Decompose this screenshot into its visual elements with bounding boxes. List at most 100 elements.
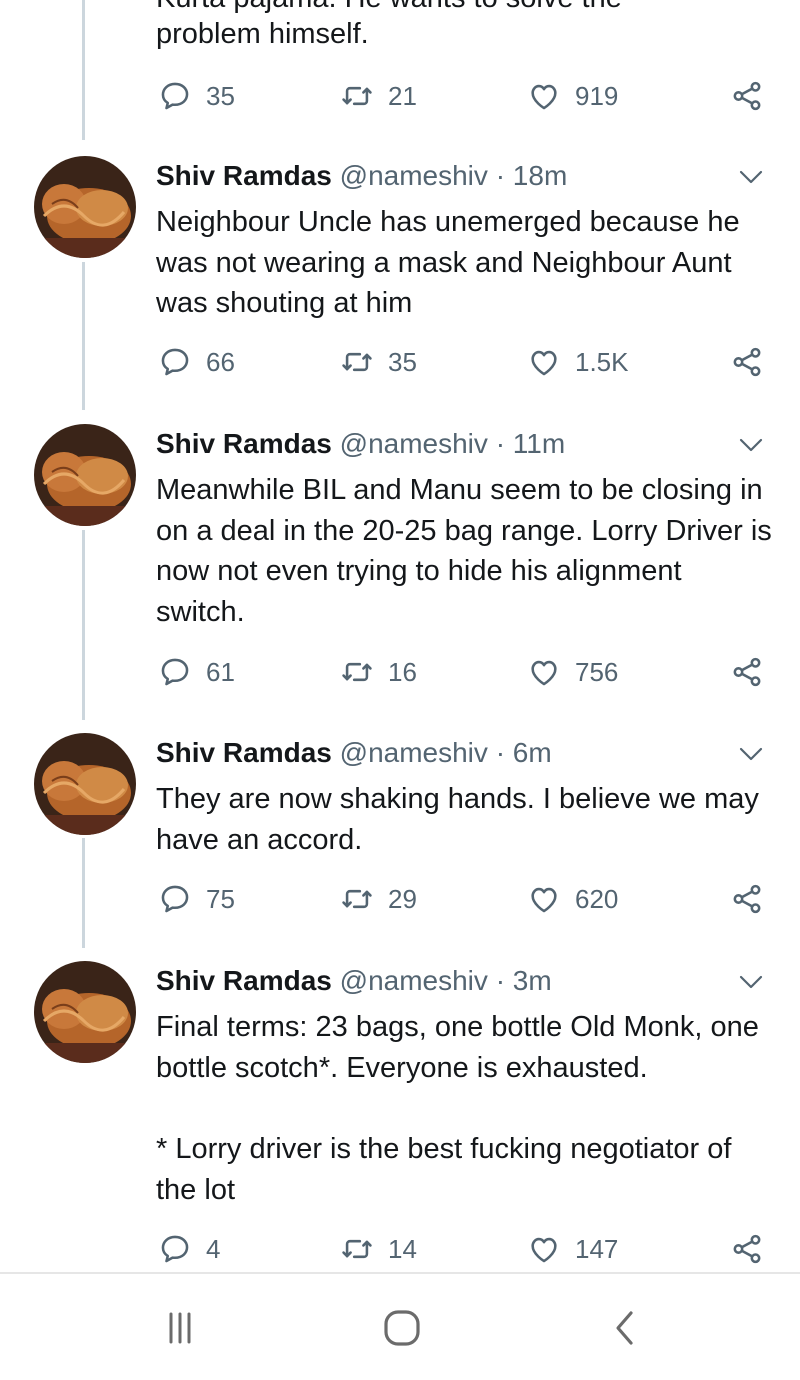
- reply-icon: [161, 1235, 189, 1263]
- retweet-button[interactable]: 16: [340, 652, 417, 692]
- reply-button[interactable]: 75: [158, 879, 235, 919]
- reply-count: 35: [206, 80, 235, 111]
- partial-tweet-actions: 35 21 919: [0, 76, 800, 116]
- heart-icon: [531, 350, 557, 376]
- like-button[interactable]: 620: [527, 879, 618, 919]
- tweet-header: Shiv Ramdas @nameshiv · 3m: [156, 963, 552, 999]
- retweet-button[interactable]: 21: [340, 76, 417, 116]
- chevron-down-icon[interactable]: [738, 168, 764, 186]
- heart-icon: [531, 887, 557, 913]
- author-handle[interactable]: @nameshiv: [340, 428, 488, 459]
- tweet-text: Meanwhile BIL and Manu seem to be closin…: [156, 474, 772, 628]
- tweet-time[interactable]: 6m: [513, 737, 552, 768]
- reply-count: 61: [206, 656, 235, 687]
- like-button[interactable]: 756: [527, 652, 618, 692]
- retweet-count: 29: [388, 883, 417, 914]
- tweet-actions: 66 35 1.5K: [0, 342, 800, 382]
- share-icon: [733, 347, 761, 377]
- author-handle[interactable]: @nameshiv: [340, 737, 488, 768]
- separator-dot: ·: [495, 160, 506, 191]
- separator-dot: ·: [495, 428, 506, 459]
- tweet-header: Shiv Ramdas @nameshiv · 11m: [156, 426, 565, 462]
- like-count: 919: [575, 80, 619, 111]
- thread-line: [82, 0, 85, 140]
- like-count: 1.5K: [575, 346, 629, 377]
- tweet-text: Final terms: 23 bags, one bottle Old Mon…: [156, 1011, 759, 1084]
- thread-line: [82, 262, 85, 410]
- author-handle[interactable]: @nameshiv: [340, 160, 488, 191]
- reply-button[interactable]: 4: [158, 1229, 220, 1269]
- share-icon: [733, 884, 761, 914]
- chevron-down-icon[interactable]: [738, 745, 764, 763]
- reply-count: 75: [206, 883, 235, 914]
- author-name[interactable]: Shiv Ramdas: [156, 965, 332, 996]
- cat-avatar-image: [34, 733, 136, 835]
- retweet-icon: [342, 86, 372, 106]
- separator-dot: ·: [495, 965, 506, 996]
- reply-count: 4: [206, 1233, 221, 1264]
- retweet-button[interactable]: 35: [340, 342, 417, 382]
- tweet-text: Neighbour Uncle has unemerged because he…: [156, 206, 740, 319]
- share-button[interactable]: [730, 342, 764, 382]
- tweet-time[interactable]: 11m: [513, 428, 565, 459]
- cat-avatar-image: [34, 424, 136, 526]
- avatar[interactable]: [34, 424, 136, 526]
- retweet-count: 35: [388, 346, 417, 377]
- like-count: 756: [575, 656, 619, 687]
- tweet-actions: 75 29 620: [0, 879, 800, 919]
- reply-count: 66: [206, 346, 235, 377]
- like-button[interactable]: 919: [527, 76, 618, 116]
- retweet-icon: [342, 1239, 372, 1259]
- share-button[interactable]: [730, 1229, 764, 1269]
- avatar[interactable]: [34, 156, 136, 258]
- tweet-header: Shiv Ramdas @nameshiv · 6m: [156, 735, 552, 771]
- reply-button[interactable]: 35: [158, 76, 235, 116]
- share-icon: [733, 1234, 761, 1264]
- reply-icon: [161, 658, 189, 686]
- author-name[interactable]: Shiv Ramdas: [156, 428, 332, 459]
- like-button[interactable]: 147: [527, 1229, 618, 1269]
- share-button[interactable]: [730, 76, 764, 116]
- heart-icon: [531, 660, 557, 686]
- chevron-down-icon[interactable]: [738, 436, 764, 454]
- retweet-button[interactable]: 14: [340, 1229, 417, 1269]
- system-nav-bar: [0, 1272, 800, 1380]
- home-icon: [384, 1310, 420, 1346]
- retweet-button[interactable]: 29: [340, 879, 417, 919]
- avatar[interactable]: [34, 961, 136, 1063]
- back-icon: [616, 1311, 633, 1345]
- retweet-count: 16: [388, 656, 417, 687]
- chevron-down-icon[interactable]: [738, 973, 764, 991]
- avatar[interactable]: [34, 733, 136, 835]
- tweet-header: Shiv Ramdas @nameshiv · 18m: [156, 158, 567, 194]
- tweet-time[interactable]: 18m: [513, 160, 567, 191]
- share-button[interactable]: [730, 652, 764, 692]
- heart-icon: [531, 1237, 557, 1263]
- tweet-time[interactable]: 3m: [513, 965, 552, 996]
- retweet-count: 21: [388, 80, 417, 111]
- partial-tweet-text: problem himself.: [156, 18, 369, 50]
- share-button[interactable]: [730, 879, 764, 919]
- home-button[interactable]: [372, 1300, 432, 1356]
- reply-icon: [161, 82, 189, 110]
- reply-icon: [161, 348, 189, 376]
- cat-avatar-image: [34, 156, 136, 258]
- retweet-count: 14: [388, 1233, 417, 1264]
- like-button[interactable]: 1.5K: [527, 342, 629, 382]
- author-name[interactable]: Shiv Ramdas: [156, 737, 332, 768]
- back-button[interactable]: [596, 1300, 656, 1356]
- retweet-icon: [342, 889, 372, 909]
- reply-button[interactable]: 66: [158, 342, 235, 382]
- tweet-text: They are now shaking hands. I believe we…: [156, 783, 759, 856]
- author-handle[interactable]: @nameshiv: [340, 965, 488, 996]
- share-icon: [733, 657, 761, 687]
- tweet-footnote: * Lorry driver is the best fucking negot…: [156, 1133, 732, 1206]
- reply-button[interactable]: 61: [158, 652, 235, 692]
- author-name[interactable]: Shiv Ramdas: [156, 160, 332, 191]
- reply-icon: [161, 885, 189, 913]
- recent-apps-button[interactable]: [150, 1300, 210, 1356]
- heart-icon: [531, 84, 557, 110]
- recent-apps-icon: [169, 1312, 191, 1344]
- retweet-icon: [342, 662, 372, 682]
- separator-dot: ·: [495, 737, 506, 768]
